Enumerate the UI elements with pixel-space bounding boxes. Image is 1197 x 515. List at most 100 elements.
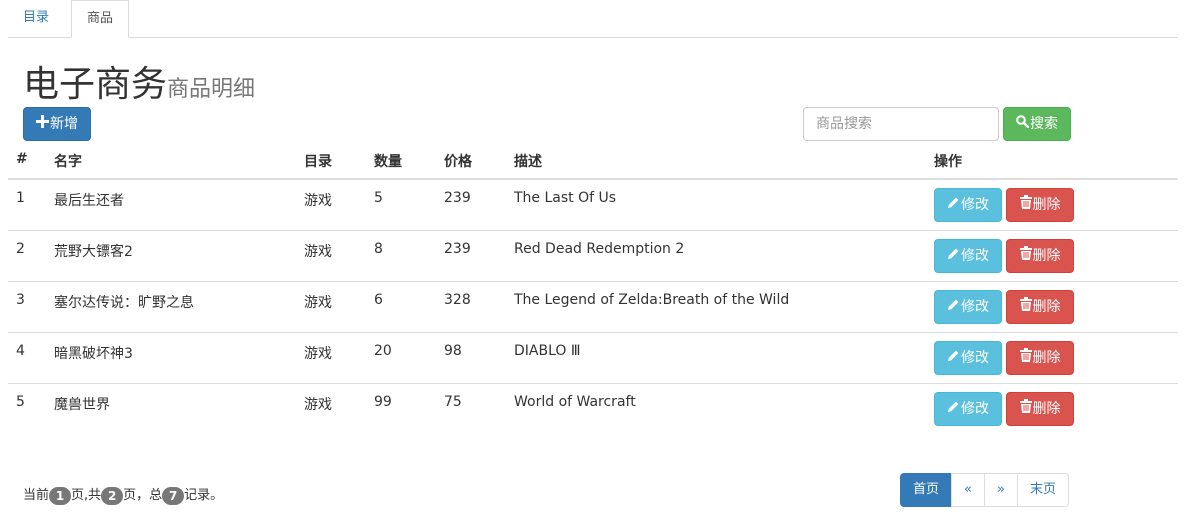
edit-button[interactable]: 修改: [934, 239, 1002, 273]
pencil-icon: [947, 291, 960, 323]
table-row: 1 最后生还者 游戏 5 239 The Last Of Us 修改 删除: [8, 180, 1178, 230]
pager-prefix: 当前: [23, 488, 50, 503]
delete-button[interactable]: 删除: [1006, 341, 1074, 375]
col-header-name: 名字: [54, 154, 82, 170]
delete-button[interactable]: 删除: [1006, 188, 1074, 222]
cell-price: 328: [444, 292, 471, 308]
cell-category: 游戏: [304, 193, 332, 209]
cell-category: 游戏: [304, 397, 332, 413]
cell-name: 荒野大镖客2: [54, 244, 133, 260]
col-header-actions: 操作: [934, 154, 962, 170]
cell-name: 暗黑破坏神3: [54, 346, 133, 362]
cell-category: 游戏: [304, 244, 332, 260]
add-product-button[interactable]: 新增: [23, 107, 91, 141]
total-records-badge: 7: [162, 486, 185, 505]
edit-button[interactable]: 修改: [934, 341, 1002, 375]
delete-button-label: 删除: [1032, 299, 1061, 315]
trash-icon: [1019, 393, 1032, 425]
table-header: # 名字 目录 数量 价格 描述 操作: [8, 141, 1178, 180]
pencil-icon: [947, 342, 960, 374]
cell-quantity: 20: [374, 343, 392, 359]
edit-button-label: 修改: [961, 401, 989, 417]
product-search-input[interactable]: [803, 107, 999, 141]
page-title-main: 电子商务: [23, 64, 168, 105]
edit-button-label: 修改: [961, 350, 989, 366]
add-product-label: 新增: [50, 116, 78, 132]
cell-price: 98: [444, 343, 462, 359]
cell-price: 75: [444, 394, 462, 410]
search-button-label: 搜索: [1030, 116, 1058, 132]
trash-icon: [1019, 240, 1032, 272]
table-row: 3 塞尔达传说：旷野之息 游戏 6 328 The Legend of Zelda:Bre…: [8, 281, 1178, 332]
delete-button-label: 删除: [1032, 248, 1061, 264]
pager-summary: 当前 1 页,共 2 页，总 7 记录。: [23, 484, 223, 505]
edit-button[interactable]: 修改: [934, 392, 1002, 426]
pagination: 首页 « » 末页: [900, 473, 1069, 507]
prev-page-button[interactable]: «: [951, 473, 985, 507]
col-header-quantity: 数量: [374, 154, 402, 170]
cell-price: 239: [444, 190, 471, 206]
trash-icon: [1019, 291, 1032, 323]
cell-name: 魔兽世界: [54, 397, 110, 413]
delete-button[interactable]: 删除: [1006, 239, 1074, 273]
search-icon: [1016, 108, 1030, 140]
cell-quantity: 5: [374, 190, 383, 206]
edit-button[interactable]: 修改: [934, 188, 1002, 222]
cell-name: 最后生还者: [54, 193, 124, 209]
table-body: 1 最后生还者 游戏 5 239 The Last Of Us 修改 删除 2 荒野大镖客2 游戏 8…: [8, 180, 1178, 434]
col-header-description: 描述: [514, 154, 542, 170]
cell-id: 2: [16, 241, 25, 257]
pager-mid1: 页,共: [71, 488, 102, 503]
delete-button-label: 删除: [1032, 350, 1061, 366]
trash-icon: [1019, 189, 1032, 221]
current-page-badge: 1: [49, 486, 72, 505]
page-subtitle: 商品明细: [167, 77, 256, 102]
cell-description: Red Dead Redemption 2: [514, 241, 685, 257]
cell-description: The Legend of Zelda:Breath of the Wild: [514, 292, 790, 308]
col-header-id: #: [16, 151, 28, 167]
cell-name: 塞尔达传说：旷野之息: [54, 295, 194, 311]
delete-button[interactable]: 删除: [1006, 290, 1074, 324]
col-header-category: 目录: [304, 154, 332, 170]
delete-button-label: 删除: [1032, 401, 1061, 417]
page-title: 电子商务商品明细: [23, 55, 256, 105]
first-page-button[interactable]: 首页: [900, 473, 953, 507]
plus-icon: [36, 108, 49, 140]
trash-icon: [1019, 342, 1032, 374]
edit-button-label: 修改: [961, 197, 989, 213]
pager-mid2: 页，总: [123, 488, 163, 503]
delete-button-label: 删除: [1032, 197, 1061, 213]
cell-category: 游戏: [304, 346, 332, 362]
cell-id: 3: [16, 292, 25, 308]
table-row: 2 荒野大镖客2 游戏 8 239 Red Dead Redemption 2 修改 删除: [8, 230, 1178, 281]
edit-button[interactable]: 修改: [934, 290, 1002, 324]
cell-description: The Last Of Us: [514, 190, 617, 206]
col-header-price: 价格: [444, 154, 472, 170]
cell-quantity: 6: [374, 292, 383, 308]
product-table: # 名字 目录 数量 价格 描述 操作 1 最后生还者 游戏 5 239 The Last…: [8, 141, 1178, 434]
last-page-button[interactable]: 末页: [1016, 473, 1069, 507]
total-pages-badge: 2: [101, 486, 124, 505]
pencil-icon: [947, 240, 960, 272]
tab-catalog[interactable]: 目录: [8, 0, 64, 37]
pencil-icon: [947, 393, 960, 425]
cell-category: 游戏: [304, 295, 332, 311]
cell-price: 239: [444, 241, 471, 257]
edit-button-label: 修改: [961, 299, 989, 315]
next-page-button[interactable]: »: [983, 473, 1018, 507]
table-row: 5 魔兽世界 游戏 99 75 World of Warcraft 修改 删除: [8, 383, 1178, 434]
cell-id: 1: [16, 190, 25, 206]
tab-products[interactable]: 商品: [71, 0, 130, 38]
cell-description: DIABLO Ⅲ: [514, 343, 581, 359]
edit-button-label: 修改: [961, 248, 989, 264]
cell-id: 5: [16, 394, 25, 410]
table-row: 4 暗黑破坏神3 游戏 20 98 DIABLO Ⅲ 修改 删除: [8, 332, 1178, 383]
pager-suffix: 记录。: [184, 488, 224, 503]
nav-tabs: 目录 商品: [8, 0, 1178, 38]
pencil-icon: [947, 189, 960, 221]
cell-description: World of Warcraft: [514, 394, 636, 410]
cell-id: 4: [16, 343, 25, 359]
cell-quantity: 8: [374, 241, 383, 257]
delete-button[interactable]: 删除: [1006, 392, 1074, 426]
search-button[interactable]: 搜索: [1003, 107, 1071, 141]
